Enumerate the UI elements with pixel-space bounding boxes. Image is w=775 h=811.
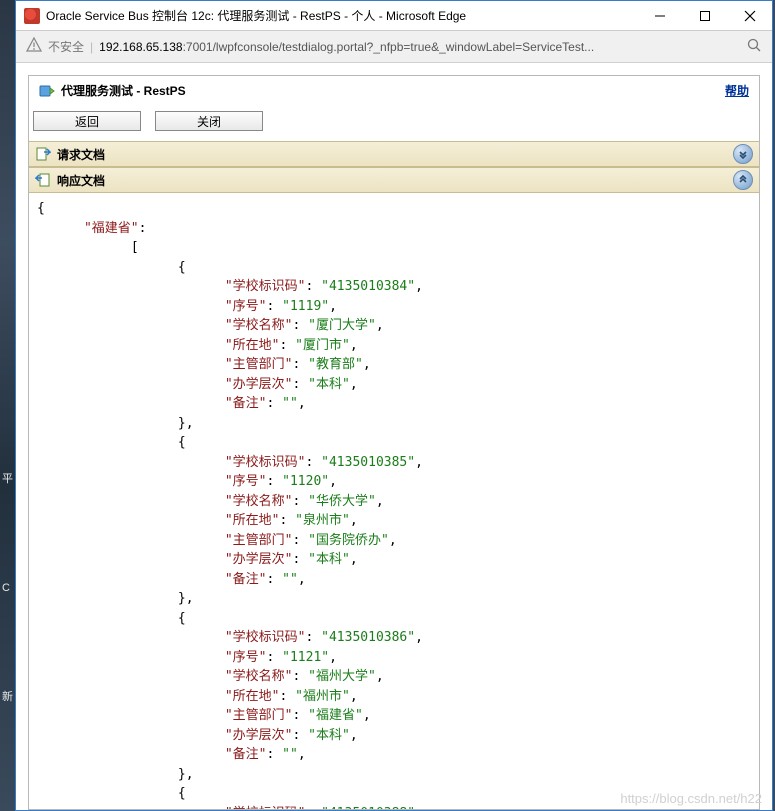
request-section-bar[interactable]: 请求文档 xyxy=(29,141,759,167)
button-row: 返回 关闭 xyxy=(29,105,759,141)
response-label: 响应文档 xyxy=(57,172,733,189)
back-button[interactable]: 返回 xyxy=(33,111,141,131)
request-icon xyxy=(35,146,51,162)
url-port: :7001 xyxy=(183,40,213,54)
window-title: Oracle Service Bus 控制台 12c: 代理服务测试 - Res… xyxy=(46,7,637,24)
close-button[interactable]: 关闭 xyxy=(155,111,263,131)
response-section-bar[interactable]: 响应文档 xyxy=(29,167,759,193)
panel-title: 代理服务测试 - RestPS xyxy=(61,82,725,99)
background-sliver: 平 C 新 xyxy=(0,0,15,811)
response-icon xyxy=(35,172,51,188)
zoom-icon[interactable] xyxy=(746,37,762,56)
browser-window: Oracle Service Bus 控制台 12c: 代理服务测试 - Res… xyxy=(15,0,773,811)
url-path: /lwpfconsole/testdialog.portal?_nfpb=tru… xyxy=(213,40,595,54)
security-label: 不安全 xyxy=(48,38,84,55)
titlebar: Oracle Service Bus 控制台 12c: 代理服务测试 - Res… xyxy=(16,1,772,31)
address-bar: 不安全 | 192.168.65.138:7001/lwpfconsole/te… xyxy=(16,31,772,63)
service-icon xyxy=(39,83,55,99)
close-window-button[interactable] xyxy=(727,1,772,30)
url-host: 192.168.65.138 xyxy=(99,40,182,54)
url-text[interactable]: 192.168.65.138:7001/lwpfconsole/testdial… xyxy=(99,40,740,54)
maximize-button[interactable] xyxy=(682,1,727,30)
favicon-icon xyxy=(24,8,40,24)
panel-header: 代理服务测试 - RestPS 帮助 xyxy=(29,76,759,105)
response-json: { "福建省": [ { "学校标识码": "4135010384", "序号"… xyxy=(29,193,759,809)
test-panel: 代理服务测试 - RestPS 帮助 返回 关闭 请求文档 xyxy=(28,75,760,810)
separator: | xyxy=(90,40,93,54)
help-link[interactable]: 帮助 xyxy=(725,82,749,99)
expand-request-icon[interactable] xyxy=(733,144,753,164)
collapse-response-icon[interactable] xyxy=(733,170,753,190)
warning-icon xyxy=(26,37,42,56)
content-area: 代理服务测试 - RestPS 帮助 返回 关闭 请求文档 xyxy=(16,63,772,810)
minimize-button[interactable] xyxy=(637,1,682,30)
request-label: 请求文档 xyxy=(57,146,733,163)
window-controls xyxy=(637,1,772,30)
